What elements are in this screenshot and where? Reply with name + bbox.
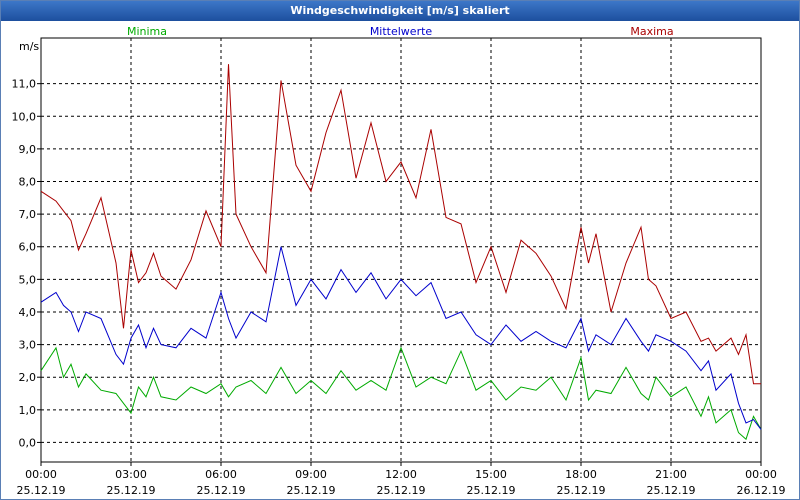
x-tick-time-label: 09:00: [295, 468, 327, 481]
x-tick-time-label: 06:00: [205, 468, 237, 481]
wind-speed-chart: 0,0 1,0 2,0 3,0 4,0 5,0 6,0 7,0 8,0 9,0 10,0 11,0 0…: [12, 25, 786, 497]
y-tick-label: 6,0: [19, 241, 37, 254]
y-tick-label: 1,0: [19, 404, 37, 417]
y-tick-label: 4,0: [19, 306, 37, 319]
x-tick-date-label: 25.12.19: [197, 484, 246, 497]
legend: Minima Mittelwerte Maxima: [127, 25, 674, 38]
legend-entry-minima: Minima: [127, 25, 167, 38]
y-tick-label: 7,0: [19, 208, 37, 221]
y-tick-label: 0,0: [19, 436, 37, 449]
y-tick-label: 2,0: [19, 371, 37, 384]
x-tick-time-label: 03:00: [115, 468, 147, 481]
x-tick-time-label: 21:00: [655, 468, 687, 481]
x-tick-date-label: 25.12.19: [377, 484, 426, 497]
x-tick-date-label: 25.12.19: [287, 484, 336, 497]
x-tick-date-label: 25.12.19: [647, 484, 696, 497]
x-tick-time-label: 00:00: [25, 468, 57, 481]
y-axis-label: m/s: [19, 40, 39, 53]
x-tick-date-label: 25.12.19: [557, 484, 606, 497]
y-tick-label: 8,0: [19, 176, 37, 189]
legend-entry-maxima: Maxima: [630, 25, 673, 38]
x-tick-date-label: 25.12.19: [17, 484, 66, 497]
x-tick-date-label: 26.12.19: [737, 484, 786, 497]
y-tick-label: 9,0: [19, 143, 37, 156]
y-tick-label: 11,0: [12, 78, 37, 91]
x-tick-time-label: 00:00: [745, 468, 777, 481]
y-tick-label: 3,0: [19, 339, 37, 352]
x-axis-ticks: 00:00 25.12.19 03:00 25.12.19 06:00 25.12.19 0…: [17, 462, 786, 497]
y-axis-ticks: 0,0 1,0 2,0 3,0 4,0 5,0 6,0 7,0 8,0 9,0 10,0 11,0: [12, 78, 41, 449]
x-tick-time-label: 18:00: [565, 468, 597, 481]
legend-entry-mittelwerte: Mittelwerte: [370, 25, 433, 38]
x-tick-time-label: 12:00: [385, 468, 417, 481]
y-tick-label: 10,0: [12, 110, 37, 123]
x-tick-time-label: 15:00: [475, 468, 507, 481]
y-tick-label: 5,0: [19, 273, 37, 286]
x-tick-date-label: 25.12.19: [107, 484, 156, 497]
x-tick-date-label: 25.12.19: [467, 484, 516, 497]
